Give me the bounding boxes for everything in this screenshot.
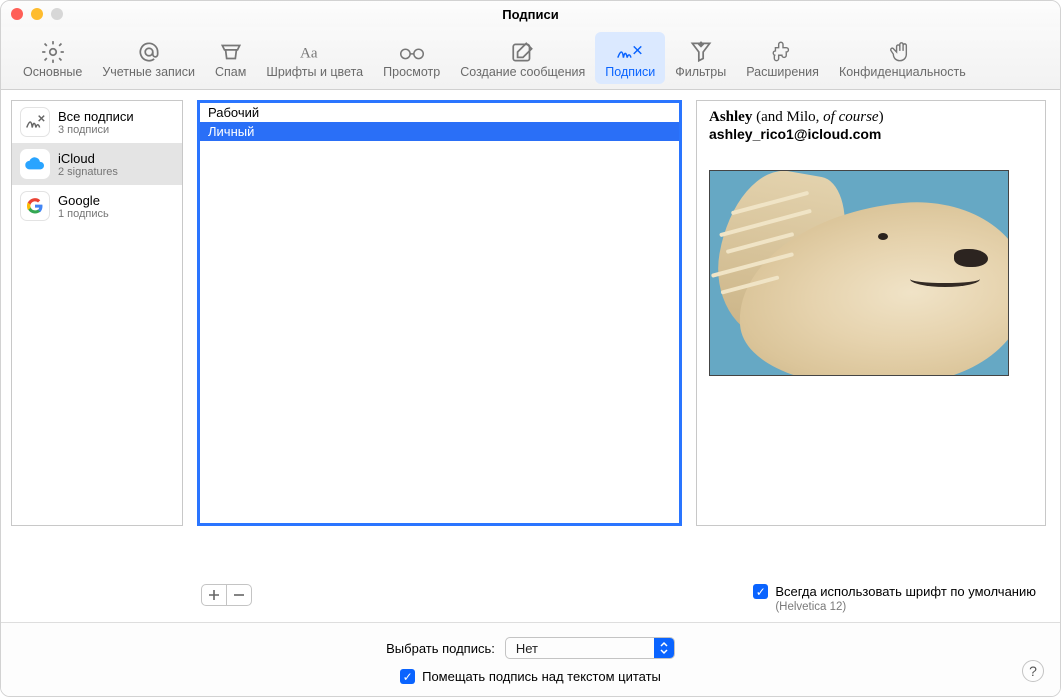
filter-icon xyxy=(686,39,716,65)
account-title: iCloud xyxy=(58,151,118,166)
signature-name-line: Ashley (and Milo, of course) xyxy=(709,109,1033,126)
tab-viewing[interactable]: Просмотр xyxy=(373,32,450,84)
account-subtitle: 1 подпись xyxy=(58,208,109,220)
signature-name-bold: Ashley xyxy=(709,109,752,125)
window-title: Подписи xyxy=(502,7,558,22)
signature-item[interactable]: Личный xyxy=(200,122,679,141)
gear-icon xyxy=(38,39,68,65)
close-window-button[interactable] xyxy=(11,8,23,20)
under-list-row: ✓ Всегда использовать шрифт по умолчанию… xyxy=(1,584,1060,622)
account-google[interactable]: Google 1 подпись xyxy=(12,185,182,227)
add-remove-signature xyxy=(201,584,252,606)
tab-privacy[interactable]: Конфиденциальность xyxy=(829,32,976,84)
signature-preview[interactable]: Ashley (and Milo, of course) ashley_rico… xyxy=(696,100,1046,526)
remove-signature-button[interactable] xyxy=(226,584,252,606)
tab-label: Основные xyxy=(23,65,82,79)
always-default-font-label: Всегда использовать шрифт по умолчанию xyxy=(775,584,1036,599)
tab-label: Конфиденциальность xyxy=(839,65,966,79)
signature-email: ashley_rico1@icloud.com xyxy=(709,126,1033,142)
choose-signature-select[interactable]: Нет xyxy=(505,637,675,659)
tab-label: Учетные записи xyxy=(102,65,195,79)
tab-signatures[interactable]: Подписи xyxy=(595,32,665,84)
tab-label: Просмотр xyxy=(383,65,440,79)
svg-text:Aa: Aa xyxy=(300,46,318,62)
tab-label: Расширения xyxy=(746,65,819,79)
signature-icon xyxy=(615,39,645,65)
tab-label: Шрифты и цвета xyxy=(266,65,363,79)
signature-name-close: ) xyxy=(879,109,884,125)
tab-label: Спам xyxy=(215,65,246,79)
glasses-icon xyxy=(397,39,427,65)
tab-label: Подписи xyxy=(605,65,655,79)
select-arrows-icon xyxy=(654,637,674,659)
place-above-checkbox[interactable]: ✓ xyxy=(400,669,415,684)
tab-rules[interactable]: Фильтры xyxy=(665,32,736,84)
font-icon: Aa xyxy=(300,39,330,65)
tab-accounts[interactable]: Учетные записи xyxy=(92,32,205,84)
signature-name-paren: (and Milo, xyxy=(752,109,823,125)
maximize-window-button[interactable] xyxy=(51,8,63,20)
signature-icon xyxy=(20,107,50,137)
account-title: Все подписи xyxy=(58,109,134,124)
signature-image xyxy=(709,170,1009,376)
preferences-window: Подписи Основные Учетные записи Спам Aa xyxy=(0,0,1061,697)
accounts-list: Все подписи 3 подписи iCloud 2 signature… xyxy=(11,100,183,526)
tab-label: Создание сообщения xyxy=(460,65,585,79)
tab-fonts-colors[interactable]: Aa Шрифты и цвета xyxy=(256,32,373,84)
signature-name-italic: of course xyxy=(823,109,878,125)
tab-label: Фильтры xyxy=(675,65,726,79)
account-subtitle: 2 signatures xyxy=(58,166,118,178)
account-title: Google xyxy=(58,193,109,208)
minimize-window-button[interactable] xyxy=(31,8,43,20)
signatures-body: Все подписи 3 подписи iCloud 2 signature… xyxy=(1,90,1060,696)
account-subtitle: 3 подписи xyxy=(58,124,134,136)
always-default-font-checkbox[interactable]: ✓ xyxy=(753,584,768,599)
bottom-controls: Выбрать подпись: Нет ✓ Помещать подпись … xyxy=(1,622,1060,696)
place-above-label: Помещать подпись над текстом цитаты xyxy=(422,669,661,684)
signature-list[interactable]: Рабочий Личный xyxy=(197,100,682,526)
puzzle-icon xyxy=(768,39,798,65)
account-icloud[interactable]: iCloud 2 signatures xyxy=(12,143,182,185)
window-controls xyxy=(11,8,63,20)
at-sign-icon xyxy=(134,39,164,65)
cloud-icon xyxy=(20,149,50,179)
tab-junk[interactable]: Спам xyxy=(205,32,256,84)
signature-item[interactable]: Рабочий xyxy=(200,103,679,122)
hand-icon xyxy=(887,39,917,65)
compose-icon xyxy=(508,39,538,65)
titlebar: Подписи xyxy=(1,1,1060,27)
always-default-font-hint: (Helvetica 12) xyxy=(753,601,1036,613)
tab-extensions[interactable]: Расширения xyxy=(736,32,829,84)
tab-general[interactable]: Основные xyxy=(13,32,92,84)
help-button[interactable]: ? xyxy=(1022,660,1044,682)
choose-signature-value: Нет xyxy=(516,641,538,656)
always-default-font-block: ✓ Всегда использовать шрифт по умолчанию… xyxy=(753,584,1050,613)
tab-composing[interactable]: Создание сообщения xyxy=(450,32,595,84)
choose-signature-label: Выбрать подпись: xyxy=(386,641,495,656)
account-all-signatures[interactable]: Все подписи 3 подписи xyxy=(12,101,182,143)
add-signature-button[interactable] xyxy=(201,584,227,606)
google-icon xyxy=(20,191,50,221)
trash-bin-icon xyxy=(216,39,246,65)
preferences-toolbar: Основные Учетные записи Спам Aa Шрифты и… xyxy=(1,27,1060,90)
